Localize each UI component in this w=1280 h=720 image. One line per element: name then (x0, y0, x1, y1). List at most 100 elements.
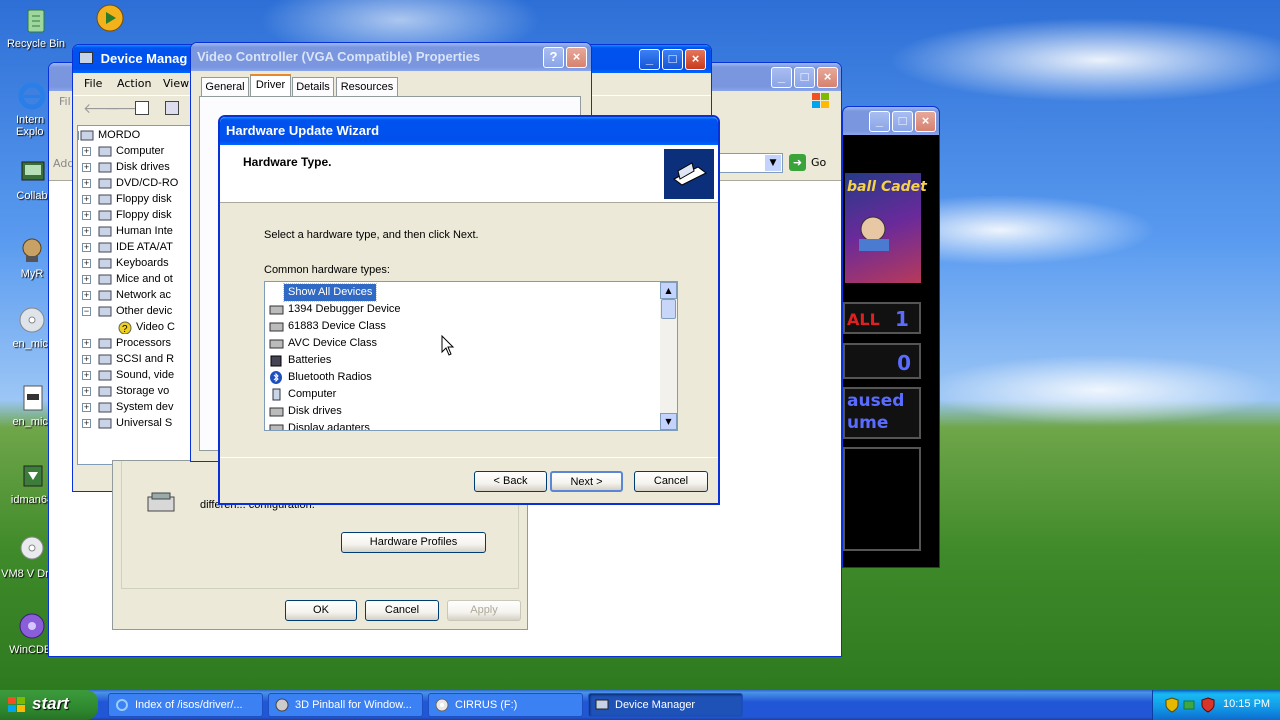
network-icon[interactable] (1183, 697, 1197, 713)
tab-resources[interactable]: Resources (336, 77, 398, 96)
minimize-button[interactable]: _ (869, 111, 890, 132)
device-category-icon (98, 193, 112, 206)
help-button[interactable]: ? (543, 47, 564, 68)
wizard-divider (220, 457, 718, 458)
expand-toggle-icon[interactable]: + (82, 211, 91, 220)
refresh-icon[interactable] (165, 101, 179, 115)
menu-view[interactable]: View (163, 77, 189, 90)
hardware-type-item[interactable]: Computer (269, 386, 649, 403)
expand-toggle-icon[interactable]: + (82, 179, 91, 188)
scroll-thumb[interactable] (661, 299, 676, 319)
go-arrow-icon: ➜ (789, 154, 806, 171)
taskbar-item-cirrus[interactable]: CIRRUS (F:) (428, 693, 583, 717)
start-label: start (32, 694, 69, 713)
hardware-type-list[interactable]: Show All Devices 1394 Debugger Device 6188… (264, 281, 678, 431)
start-button[interactable]: start (0, 690, 98, 720)
close-button[interactable]: × (685, 49, 706, 70)
taskbar-item-device-manager[interactable]: Device Manager (588, 693, 743, 717)
close-button[interactable]: × (566, 47, 587, 68)
back-button[interactable]: < Back (474, 471, 547, 492)
setup-icon (16, 460, 48, 492)
apply-button[interactable]: Apply (447, 600, 521, 621)
expand-toggle-icon[interactable]: + (82, 227, 91, 236)
taskbar-item-index[interactable]: Index of /isos/driver/... (108, 693, 263, 717)
expand-toggle-icon[interactable]: + (82, 243, 91, 252)
list-scrollbar[interactable]: ▲ ▼ (660, 282, 677, 430)
video-properties-titlebar[interactable]: Video Controller (VGA Compatible) Proper… (191, 43, 591, 71)
shield-icon[interactable] (1165, 697, 1179, 713)
clock[interactable]: 10:15 PM (1223, 698, 1270, 710)
close-button[interactable]: × (915, 111, 936, 132)
hardware-type-item[interactable]: AVC Device Class (269, 335, 649, 352)
status-display: aused ume (843, 387, 921, 439)
cancel-button[interactable]: Cancel (365, 600, 439, 621)
desktop-icon-recycle-bin[interactable]: Recycle Bin (0, 4, 72, 50)
go-label: Go (811, 156, 827, 169)
desktop-icon-shortcut[interactable] (74, 2, 146, 36)
device-category-icon (80, 129, 94, 142)
device-tree[interactable]: − MORDO + Computer + Disk drives + DVD/CD-RO + Fl… (77, 125, 197, 465)
expand-toggle-icon[interactable]: + (82, 195, 91, 204)
security-alert-icon[interactable] (1201, 697, 1215, 713)
expand-toggle-icon[interactable]: + (82, 371, 91, 380)
device-tree-label: IDE ATA/AT (116, 241, 173, 253)
go-button[interactable]: ➜ Go (789, 153, 829, 173)
expand-toggle-icon[interactable]: + (82, 163, 91, 172)
hardware-update-wizard[interactable]: Hardware Update Wizard Hardware Type. Se… (218, 115, 720, 505)
address-dropdown[interactable]: ▼ (719, 153, 783, 173)
cancel-button[interactable]: Cancel (634, 471, 708, 492)
hardware-type-label: Display adapters (288, 422, 370, 431)
maximize-button[interactable]: □ (892, 111, 913, 132)
menu-file[interactable]: File (84, 77, 102, 90)
device-tree-label: Mice and ot (116, 273, 173, 285)
media-player-icon (94, 2, 126, 34)
close-button[interactable]: × (817, 67, 838, 88)
hardware-type-item[interactable]: Show All Devices (269, 283, 649, 302)
expand-toggle-icon[interactable]: + (82, 419, 91, 428)
pinball-window[interactable]: _ □ × ball Cadet ALL 1 0 aused ume (842, 106, 940, 568)
tab-details[interactable]: Details (292, 77, 334, 96)
minimize-button[interactable]: _ (771, 67, 792, 88)
properties-icon[interactable] (135, 101, 149, 115)
expand-toggle-icon[interactable]: + (82, 387, 91, 396)
hardware-type-item[interactable]: Batteries (269, 352, 649, 369)
pinball-titlebar[interactable]: _ □ × (843, 107, 939, 135)
hardware-profiles-button[interactable]: Hardware Profiles (341, 532, 486, 553)
hardware-type-item[interactable]: Display adapters (269, 420, 649, 431)
next-button[interactable]: Next > (550, 471, 623, 492)
svg-text:?: ? (122, 324, 128, 334)
scroll-up-icon[interactable]: ▲ (660, 282, 677, 299)
hardware-type-item[interactable]: 1394 Debugger Device (269, 301, 649, 318)
hardware-type-item[interactable]: Disk drives (269, 403, 649, 420)
tab-general[interactable]: General (201, 77, 249, 96)
expand-toggle-icon[interactable]: − (78, 131, 79, 140)
maximize-button[interactable]: □ (662, 49, 683, 70)
expand-toggle-icon[interactable]: + (82, 339, 91, 348)
scroll-down-icon[interactable]: ▼ (660, 413, 677, 430)
status-line-2: ume (847, 413, 889, 433)
expand-toggle-icon[interactable]: + (82, 355, 91, 364)
hardware-type-label: 61883 Device Class (288, 320, 386, 332)
windows-flag-icon (8, 697, 26, 713)
expand-toggle-icon[interactable]: + (82, 403, 91, 412)
device-tree-label: System dev (116, 401, 174, 413)
menu-action[interactable]: Action (117, 77, 151, 90)
expand-toggle-icon[interactable]: − (82, 307, 91, 316)
taskbar: start Index of /isos/driver/... 3D Pinba… (0, 690, 1280, 720)
myr-icon (16, 234, 48, 266)
tab-driver[interactable]: Driver (250, 74, 291, 96)
expand-toggle-icon[interactable]: + (82, 147, 91, 156)
minimize-button[interactable]: _ (639, 49, 660, 70)
expand-toggle-icon[interactable]: + (82, 275, 91, 284)
wizard-list-label: Common hardware types: (264, 264, 390, 276)
wizard-titlebar[interactable]: Hardware Update Wizard (220, 117, 718, 145)
device-tree-label: Universal S (116, 417, 173, 429)
hardware-type-item[interactable]: Bluetooth Radios (269, 369, 649, 386)
ok-button[interactable]: OK (285, 600, 357, 621)
hardware-type-item[interactable]: 61883 Device Class (269, 318, 649, 335)
expand-toggle-icon[interactable]: + (82, 259, 91, 268)
maximize-button[interactable]: □ (794, 67, 815, 88)
taskbar-item-pinball[interactable]: 3D Pinball for Window... (268, 693, 423, 717)
expand-toggle-icon[interactable]: + (82, 291, 91, 300)
wizard-title: Hardware Update Wizard (226, 123, 380, 138)
